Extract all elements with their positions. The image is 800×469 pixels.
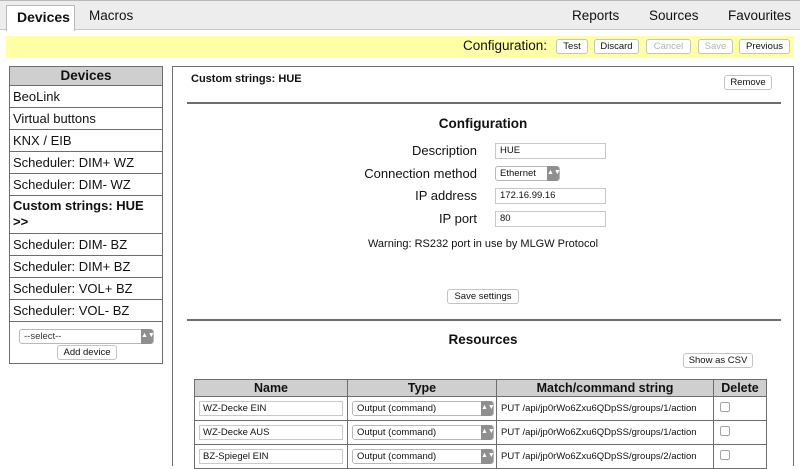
description-label: Description [411, 143, 477, 158]
connection-method-label: Connection method [364, 166, 477, 181]
cancel-button[interactable]: Cancel [646, 39, 691, 54]
delete-checkbox[interactable] [720, 426, 730, 436]
tab-macros[interactable]: Macros [79, 5, 143, 31]
column-header-type: Type [347, 379, 497, 397]
connection-method-row: Connection method Ethernet ▲▼ [173, 166, 793, 184]
configuration-bar: Configuration: Test Discard Cancel Save … [6, 36, 794, 58]
ip-address-label: IP address [415, 188, 477, 203]
chevron-updown-icon: ▲▼ [481, 449, 495, 464]
save-settings-button[interactable]: Save settings [447, 289, 519, 304]
chevron-updown-icon: ▲▼ [141, 329, 155, 344]
top-navigation: Devices Macros Reports Sources Favourite… [0, 0, 800, 31]
resource-type-value: Output (command) [357, 427, 437, 438]
device-type-select[interactable]: --select-- ▲▼ [19, 329, 155, 344]
configuration-bar-label: Configuration: [463, 38, 548, 53]
device-panel: Custom strings: HUE Remove Configuration… [172, 66, 794, 469]
connection-method-select[interactable]: Ethernet ▲▼ [495, 166, 561, 181]
ip-port-row: IP port 80 [173, 211, 793, 229]
resource-command-input[interactable]: PUT /api/jp0rWo6Zxu6QDpSS/groups/1/actio… [496, 420, 714, 445]
sidebar-item-scheduler-dim-minus-bz[interactable]: Scheduler: DIM- BZ [10, 234, 162, 256]
resources-title: Resources [448, 332, 518, 347]
previous-button[interactable]: Previous [739, 39, 790, 54]
resource-type-select[interactable]: Output (command) ▲▼ [352, 449, 495, 464]
description-input[interactable]: HUE [495, 143, 606, 159]
resource-command-input[interactable]: PUT /api/jp0rWo6Zxu6QDpSS/groups/1/actio… [496, 396, 714, 421]
ip-address-input[interactable]: 172.16.99.16 [495, 188, 606, 204]
save-button[interactable]: Save [698, 39, 733, 54]
device-title: Custom strings: HUE [191, 73, 302, 85]
chevron-updown-icon: ▲▼ [547, 166, 561, 181]
show-as-csv-button[interactable]: Show as CSV [683, 353, 753, 368]
devices-sidebar: Devices BeoLink Virtual buttons KNX / EI… [9, 66, 163, 364]
device-type-select-value: --select-- [24, 331, 62, 342]
resource-name-input[interactable]: BZ-Spiegel EIN [199, 449, 343, 464]
column-header-name: Name [194, 379, 348, 397]
connection-method-value: Ethernet [500, 168, 536, 179]
sidebar-item-scheduler-dim-plus-bz[interactable]: Scheduler: DIM+ BZ [10, 256, 162, 278]
description-row: Description HUE [173, 143, 793, 161]
resource-command-input[interactable]: PUT /api/jp0rWo6Zxu6QDpSS/groups/2/actio… [496, 444, 714, 469]
sidebar-item-scheduler-dim-plus-wz[interactable]: Scheduler: DIM+ WZ [10, 152, 162, 174]
ip-port-label: IP port [438, 211, 477, 226]
resource-type-value: Output (command) [357, 403, 437, 414]
sidebar-item-virtual-buttons[interactable]: Virtual buttons [10, 108, 162, 130]
delete-checkbox[interactable] [720, 402, 730, 412]
delete-checkbox[interactable] [720, 450, 730, 460]
resource-type-select[interactable]: Output (command) ▲▼ [352, 401, 495, 416]
sidebar-item-knx-eib[interactable]: KNX / EIB [10, 130, 162, 152]
chevron-updown-icon: ▲▼ [481, 401, 495, 416]
tab-reports[interactable]: Reports [562, 5, 629, 31]
sidebar-header: Devices [10, 67, 162, 86]
sidebar-item-custom-strings-hue[interactable]: Custom strings: HUE >> [10, 196, 162, 234]
resource-name-input[interactable]: WZ-Decke EIN [199, 401, 343, 416]
add-device-button[interactable]: Add device [57, 345, 117, 360]
ip-address-row: IP address 172.16.99.16 [173, 188, 793, 206]
sidebar-item-beolink[interactable]: BeoLink [10, 86, 162, 108]
configuration-title: Configuration [438, 116, 528, 131]
sidebar-item-scheduler-vol-minus-bz[interactable]: Scheduler: VOL- BZ [10, 300, 162, 322]
divider [187, 319, 781, 321]
test-button[interactable]: Test [556, 39, 588, 54]
tab-sources[interactable]: Sources [639, 5, 709, 31]
column-header-delete: Delete [713, 379, 767, 397]
divider [187, 102, 781, 104]
rs232-warning: Warning: RS232 port in use by MLGW Proto… [367, 238, 599, 250]
ip-port-input[interactable]: 80 [495, 211, 606, 227]
resource-name-input[interactable]: WZ-Decke AUS [199, 425, 343, 440]
table-header-row: Name Type Match/command string Delete [194, 379, 767, 397]
resources-table: Name Type Match/command string Delete WZ… [194, 379, 767, 469]
chevron-updown-icon: ▲▼ [481, 425, 495, 440]
table-row: WZ-Decke EIN Output (command) ▲▼ PUT /api… [194, 396, 767, 421]
resource-type-select[interactable]: Output (command) ▲▼ [352, 425, 495, 440]
table-row: BZ-Spiegel EIN Output (command) ▲▼ PUT /a… [194, 444, 767, 469]
sidebar-item-scheduler-vol-plus-bz[interactable]: Scheduler: VOL+ BZ [10, 278, 162, 300]
resource-type-value: Output (command) [357, 451, 437, 462]
column-header-command: Match/command string [496, 379, 714, 397]
remove-button[interactable]: Remove [724, 75, 772, 90]
tab-devices[interactable]: Devices [6, 5, 75, 31]
tab-favourites[interactable]: Favourites [718, 5, 800, 31]
discard-button[interactable]: Discard [594, 39, 639, 54]
sidebar-item-scheduler-dim-minus-wz[interactable]: Scheduler: DIM- WZ [10, 174, 162, 196]
table-row: WZ-Decke AUS Output (command) ▲▼ PUT /api… [194, 420, 767, 445]
